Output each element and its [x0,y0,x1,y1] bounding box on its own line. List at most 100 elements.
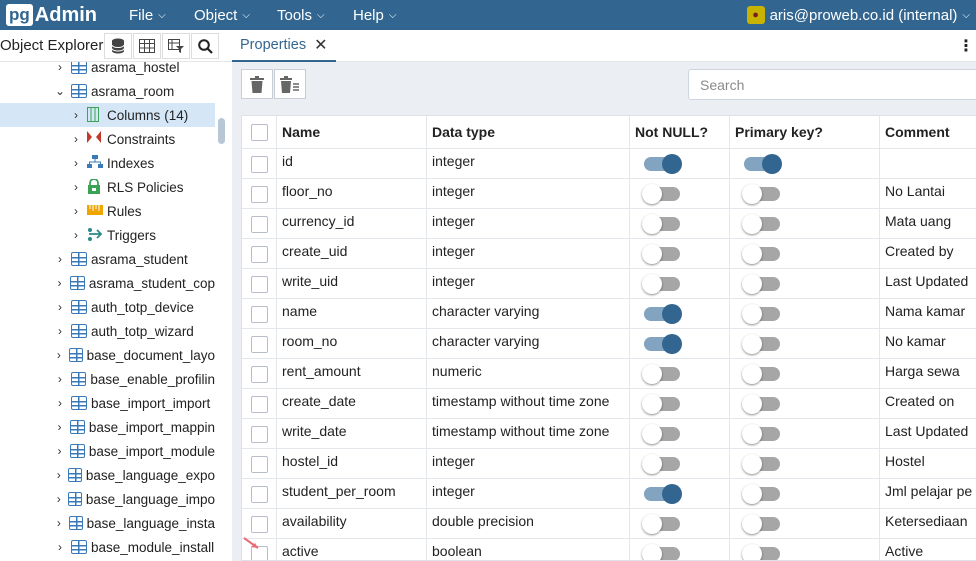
query-tool-button[interactable] [104,33,132,59]
tree-item[interactable]: › Columns (14) [0,103,215,127]
comment-cell[interactable]: Active [880,539,976,560]
tree-item[interactable]: › auth_totp_device [0,295,215,319]
not-null-toggle[interactable] [644,484,682,504]
row-checkbox[interactable] [250,516,268,533]
row-checkbox[interactable] [250,276,268,293]
column-name-cell[interactable]: id [277,149,427,178]
menu-file[interactable]: File ⌵ [129,0,166,30]
data-type-cell[interactable]: integer [427,479,630,508]
primary-key-toggle[interactable] [742,544,780,560]
not-null-toggle[interactable] [642,544,680,560]
tree-item[interactable]: › base_language_impo [0,487,215,511]
primary-key-toggle[interactable] [742,364,780,384]
comment-cell[interactable]: Jml pelajar pe [880,479,976,508]
comment-cell[interactable]: Created by [880,239,976,268]
data-type-cell[interactable]: timestamp without time zone [427,389,630,418]
tree-item[interactable]: › Triggers [0,223,215,247]
header-data-type[interactable]: Data type [427,116,630,148]
row-checkbox[interactable] [250,396,268,413]
close-icon[interactable]: ✕ [314,35,327,55]
delete-cascade-button[interactable] [274,69,306,99]
chevron-right-icon[interactable]: › [53,252,67,266]
menu-tools[interactable]: Tools ⌵ [277,0,325,30]
row-checkbox[interactable] [250,186,268,203]
tree-item[interactable]: › auth_totp_wizard [0,319,215,343]
chevron-right-icon[interactable]: › [53,300,67,314]
column-name-cell[interactable]: create_uid [277,239,427,268]
tree-item[interactable]: › base_language_insta [0,511,215,535]
not-null-toggle[interactable] [642,214,680,234]
not-null-toggle[interactable] [644,334,682,354]
chevron-right-icon[interactable]: › [53,348,65,362]
row-checkbox[interactable] [250,246,268,263]
primary-key-toggle[interactable] [742,484,780,504]
comment-cell[interactable]: Created on [880,389,976,418]
tree-item[interactable]: › asrama_hostel [0,62,215,79]
chevron-right-icon[interactable]: › [53,492,64,506]
tree-scrollbar[interactable] [218,118,225,144]
header-primary-key[interactable]: Primary key? [730,116,880,148]
chevron-right-icon[interactable]: › [53,62,67,74]
table-row[interactable]: floor_no integer No Lantai [242,179,976,209]
column-name-cell[interactable]: hostel_id [277,449,427,478]
data-type-cell[interactable]: character varying [427,299,630,328]
tree-item[interactable]: › Rules [0,199,215,223]
column-name-cell[interactable]: create_date [277,389,427,418]
not-null-toggle[interactable] [642,394,680,414]
chevron-right-icon[interactable]: › [53,372,67,386]
not-null-toggle[interactable] [642,424,680,444]
table-row[interactable]: room_no character varying No kamar [242,329,976,359]
user-menu[interactable]: ● aris@proweb.co.id (internal) ⌵ [746,0,970,30]
comment-cell[interactable]: Mata uang [880,209,976,238]
column-name-cell[interactable]: write_uid [277,269,427,298]
data-type-cell[interactable]: character varying [427,329,630,358]
chevron-right-icon[interactable]: › [53,420,66,434]
column-name-cell[interactable]: name [277,299,427,328]
primary-key-toggle[interactable] [742,214,780,234]
comment-cell[interactable]: Last Updated [880,269,976,298]
not-null-toggle[interactable] [642,244,680,264]
row-checkbox[interactable] [250,456,268,473]
primary-key-toggle[interactable] [742,514,780,534]
search-input[interactable] [688,69,976,100]
not-null-toggle[interactable] [642,514,680,534]
comment-cell[interactable]: Nama kamar [880,299,976,328]
table-row[interactable]: availability double precision Ketersediaan [242,509,976,539]
comment-cell[interactable]: Ketersediaan [880,509,976,538]
tree-item[interactable]: › base_document_layo [0,343,215,367]
tree-item[interactable]: › base_import_module [0,439,215,463]
comment-cell[interactable]: No kamar [880,329,976,358]
chevron-right-icon[interactable]: › [69,204,83,218]
row-checkbox[interactable] [250,156,268,173]
data-type-cell[interactable]: boolean [427,539,630,560]
header-name[interactable]: Name [277,116,427,148]
tree-item[interactable]: › base_import_import [0,391,215,415]
search-objects-button[interactable] [191,33,219,59]
comment-cell[interactable]: Hostel [880,449,976,478]
header-not-null[interactable]: Not NULL? [630,116,730,148]
tree-item[interactable]: › base_module_install [0,535,215,559]
data-type-cell[interactable]: integer [427,269,630,298]
table-row[interactable]: create_date timestamp without time zone Cr… [242,389,976,419]
primary-key-toggle[interactable] [742,244,780,264]
not-null-toggle[interactable] [642,184,680,204]
chevron-right-icon[interactable]: › [53,396,67,410]
table-row[interactable]: name character varying Nama kamar [242,299,976,329]
chevron-right-icon[interactable]: › [69,108,83,122]
column-name-cell[interactable]: floor_no [277,179,427,208]
primary-key-toggle[interactable] [742,334,780,354]
tree-item[interactable]: › base_enable_profilin [0,367,215,391]
row-checkbox[interactable] [250,216,268,233]
select-all-checkbox[interactable] [250,123,268,141]
data-type-cell[interactable]: integer [427,239,630,268]
not-null-toggle[interactable] [644,304,682,324]
data-type-cell[interactable]: timestamp without time zone [427,419,630,448]
primary-key-toggle[interactable] [744,154,782,174]
row-checkbox[interactable] [250,336,268,353]
data-type-cell[interactable]: numeric [427,359,630,388]
column-name-cell[interactable]: active [277,539,427,560]
tree-item[interactable]: › base_import_mappin [0,415,215,439]
tree-item[interactable]: › base_language_expo [0,463,215,487]
chevron-right-icon[interactable]: › [53,324,67,338]
not-null-toggle[interactable] [644,154,682,174]
